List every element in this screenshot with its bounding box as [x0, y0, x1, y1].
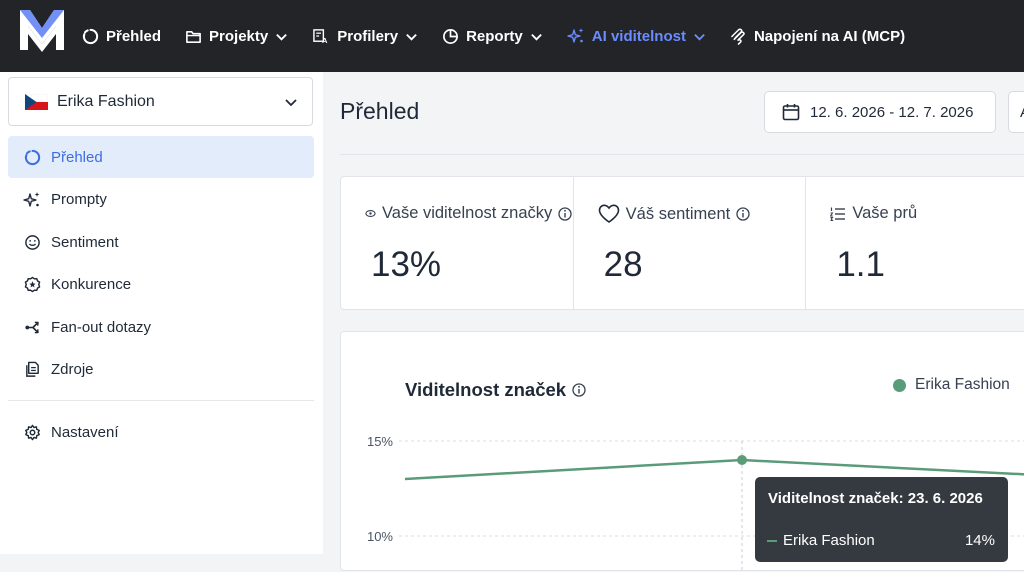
- secondary-filter-label: A: [1020, 104, 1024, 121]
- fanout-icon: [22, 317, 42, 337]
- chevron-down-icon: [275, 30, 288, 43]
- sidebar-menu: Přehled Prompty Sentiment Konkurence Fan-out…: [8, 136, 314, 391]
- sidebar-item-sentiment[interactable]: Sentiment: [8, 221, 314, 263]
- sparkles-icon: [567, 27, 585, 45]
- smile-icon: [22, 232, 42, 252]
- calendar-icon: [782, 104, 800, 121]
- mcp-icon: [730, 28, 747, 45]
- top-navigation: Přehled Projekty A Profilery Reporty AI vidit…: [0, 0, 1024, 72]
- sidebar-item-label: Konkurence: [51, 276, 132, 293]
- info-icon[interactable]: [558, 206, 572, 221]
- pie-icon: [442, 28, 459, 45]
- nav-item-label: AI viditelnost: [591, 27, 686, 45]
- czech-flag-icon: [25, 93, 48, 110]
- tooltip-series-marker: [767, 539, 777, 542]
- project-name: Erika Fashion: [57, 92, 155, 110]
- sidebar-item-label: Fan-out dotazy: [51, 318, 152, 336]
- nav-item-projekty[interactable]: Projekty: [185, 28, 288, 45]
- stats-row: Vaše viditelnost značky 13% Váš sentimen…: [340, 176, 1024, 310]
- sidebar: Erika Fashion Přehled Prompty Sentiment Kon…: [0, 72, 323, 554]
- tooltip-value: 14%: [964, 532, 995, 549]
- chevron-down-icon: [405, 30, 418, 43]
- loader-icon: [82, 28, 99, 45]
- tooltip-series-name: Erika Fashion: [783, 532, 875, 549]
- stat-sentiment: Váš sentiment 28: [574, 177, 807, 309]
- loader-icon: [22, 147, 42, 167]
- header-divider: [340, 154, 1024, 155]
- sidebar-item-p-ehled[interactable]: Přehled: [8, 136, 314, 178]
- folder-icon: [185, 28, 202, 45]
- stat-label: Vaše viditelnost značky: [382, 204, 553, 222]
- nav-item-p-ehled[interactable]: Přehled: [82, 28, 161, 45]
- date-range-label: 12. 6. 2026 - 12. 7. 2026: [810, 103, 974, 121]
- svg-text:A: A: [322, 36, 328, 45]
- nav-item-label: Reporty: [466, 27, 523, 45]
- sidebar-item-zdroje[interactable]: Zdroje: [8, 349, 314, 391]
- sidebar-divider: [8, 400, 314, 401]
- sidebar-item-label: Přehled: [51, 148, 103, 166]
- main-nav: Přehled Projekty A Profilery Reporty AI vidit…: [82, 0, 905, 72]
- sidebar-item-fan-out-dotazy[interactable]: Fan-out dotazy: [8, 306, 314, 348]
- heart-icon: [598, 204, 619, 223]
- sidebar-item-label: Prompty: [51, 191, 107, 208]
- chart-tooltip: Viditelnost značek: 23. 6. 2026 Erika Fa…: [755, 477, 1008, 562]
- profiler-icon: A: [312, 28, 330, 45]
- nav-item-label: Přehled: [106, 27, 162, 45]
- tooltip-title: Viditelnost značek: 23. 6. 2026: [768, 490, 983, 507]
- y-tick-label: 15%: [367, 434, 393, 449]
- y-tick-label: 10%: [367, 529, 393, 544]
- secondary-filter-button[interactable]: A: [1008, 91, 1024, 133]
- sidebar-item-prompty[interactable]: Prompty: [8, 179, 314, 221]
- sidebar-item-label: Nastavení: [51, 423, 119, 441]
- data-point[interactable]: [737, 455, 747, 465]
- eye-icon: [365, 210, 376, 217]
- nav-item-ai-viditelnost[interactable]: AI viditelnost: [567, 27, 706, 45]
- stat-label: Vaše prů: [852, 204, 918, 222]
- list-ordered-icon: [830, 207, 846, 221]
- sidebar-item-settings[interactable]: Nastavení: [8, 411, 314, 453]
- nav-item-napojen-na-ai-mcp[interactable]: Napojení na AI (MCP): [730, 28, 905, 45]
- page-title: Přehled: [340, 98, 420, 124]
- date-range-button[interactable]: 12. 6. 2026 - 12. 7. 2026: [764, 91, 996, 133]
- chevron-down-icon: [530, 30, 543, 43]
- sparkles-icon: [22, 190, 42, 210]
- stat-label: Váš sentiment: [625, 204, 731, 223]
- nav-item-label: Napojení na AI (MCP): [753, 27, 906, 45]
- info-icon[interactable]: [736, 207, 750, 221]
- stat-value: 1.1: [836, 245, 885, 284]
- files-icon: [22, 360, 42, 380]
- logo[interactable]: [20, 10, 64, 54]
- stat-value: 13%: [371, 245, 442, 284]
- chevron-down-icon: [693, 30, 706, 43]
- nav-item-label: Projekty: [209, 27, 269, 45]
- gear-icon: [22, 422, 42, 442]
- sidebar-item-label: Sentiment: [51, 233, 119, 251]
- nav-item-label: Profilery: [337, 27, 399, 45]
- nav-item-reporty[interactable]: Reporty: [442, 28, 543, 45]
- badge-icon: [22, 275, 42, 295]
- sidebar-item-konkurence[interactable]: Konkurence: [8, 264, 314, 306]
- chevron-down-icon: [285, 98, 297, 106]
- project-select[interactable]: Erika Fashion: [8, 77, 313, 126]
- stat-visibility: Vaše viditelnost značky 13%: [341, 177, 574, 309]
- stat-value: 28: [603, 245, 643, 284]
- sidebar-item-label: Zdroje: [51, 361, 94, 378]
- stat-average-position: Vaše prů 1.1: [806, 177, 1024, 309]
- tooltip-row: Erika Fashion 14%: [767, 532, 995, 549]
- nav-item-profilery[interactable]: A Profilery: [312, 28, 418, 45]
